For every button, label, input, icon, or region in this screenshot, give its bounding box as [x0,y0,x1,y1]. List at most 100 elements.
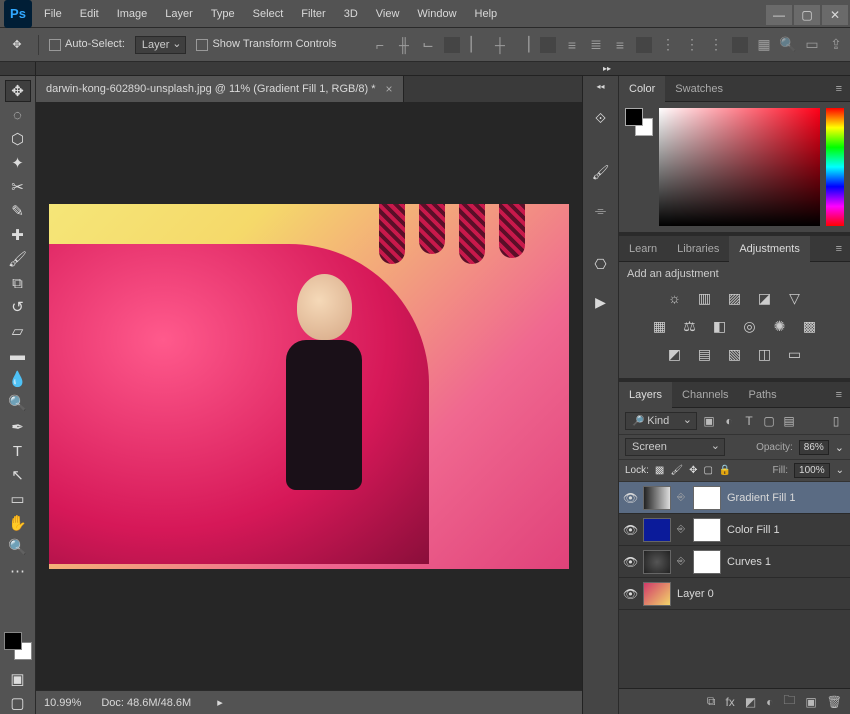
doc-size-readout[interactable]: Doc: 48.6M/48.6M [101,697,191,709]
adj-channel-mixer-icon[interactable]: ✺ [771,317,789,335]
hand-tool[interactable]: ✋ [5,512,31,534]
blend-mode-select[interactable]: Screen [625,438,725,456]
layer-thumb[interactable] [643,518,671,542]
layer-name[interactable]: Layer 0 [677,588,714,600]
layer-row[interactable]: 👁 ⎆ Color Fill 1 [619,514,850,546]
menu-window[interactable]: Window [409,2,464,26]
distribute-top-icon[interactable]: ≡ [564,37,580,53]
distribute-left-icon[interactable]: ⋮ [660,37,676,53]
close-tab-icon[interactable]: × [386,82,393,96]
layer-filter-select[interactable]: 🔎 Kind [625,412,697,430]
layer-name[interactable]: Color Fill 1 [727,524,780,536]
tab-learn[interactable]: Learn [619,236,667,262]
clone-stamp-tool[interactable]: ⧉ [5,272,31,294]
canvas-viewport[interactable] [36,102,582,690]
path-select-tool[interactable]: ↖ [5,464,31,486]
history-panel-icon[interactable]: ⟐ [590,107,612,129]
adj-exposure-icon[interactable]: ◪ [756,289,774,307]
layer-thumb[interactable] [643,486,671,510]
adj-threshold-icon[interactable]: ▧ [726,345,744,363]
align-left-icon[interactable]: ▏ [468,37,484,53]
color-fgbg[interactable] [625,108,653,136]
document-tab[interactable]: darwin-kong-602890-unsplash.jpg @ 11% (G… [36,76,404,102]
opacity-dropdown-icon[interactable]: ⌄ [835,441,844,454]
lock-all-icon[interactable]: 🔒 [719,465,731,476]
blur-tool[interactable]: 💧 [5,368,31,390]
tab-adjustments[interactable]: Adjustments [729,236,810,262]
layer-mask-thumb[interactable] [693,518,721,542]
align-bottom-icon[interactable]: ⌙ [420,37,436,53]
adj-hue-icon[interactable]: ▦ [651,317,669,335]
menu-file[interactable]: File [36,2,70,26]
link-layers-icon[interactable]: ⧉ [707,694,716,709]
hue-strip[interactable] [826,108,844,226]
adj-curves-icon[interactable]: ▨ [726,289,744,307]
auto-select-checkbox[interactable]: Auto-Select: [49,38,125,50]
active-tool-icon[interactable]: ✥ [6,34,28,56]
opacity-input[interactable]: 86% [799,440,829,455]
adj-selective-color-icon[interactable]: ◫ [756,345,774,363]
show-transform-checkbox[interactable]: Show Transform Controls [196,38,336,50]
adj-brightness-icon[interactable]: ☼ [666,289,684,307]
tab-libraries[interactable]: Libraries [667,236,729,262]
filter-shape-icon[interactable]: ▢ [761,413,777,429]
toolbar-more[interactable]: ⋯ [5,560,31,582]
menu-3d[interactable]: 3D [336,2,366,26]
menu-view[interactable]: View [368,2,408,26]
tab-color[interactable]: Color [619,76,665,102]
new-group-icon[interactable]: 🗀 [783,691,795,712]
adj-bw-icon[interactable]: ◧ [711,317,729,335]
align-right-icon[interactable]: ▕ [516,37,532,53]
menu-help[interactable]: Help [467,2,506,26]
3d-mode-icon[interactable]: ▦ [756,37,772,53]
lock-position-icon[interactable]: ✥ [689,465,697,476]
workspace-icon[interactable]: ▭ [804,37,820,53]
align-top-icon[interactable]: ⌐ [372,37,388,53]
lock-transparency-icon[interactable]: ▩ [655,465,664,476]
distribute-right-icon[interactable]: ⋮ [708,37,724,53]
share-icon[interactable]: ⇪ [828,37,844,53]
distribute-vcenter-icon[interactable]: ≣ [588,37,604,53]
add-mask-icon[interactable]: ◩ [745,695,756,709]
visibility-toggle[interactable]: 👁 [623,587,637,601]
auto-select-target-select[interactable]: Layer [135,36,187,54]
zoom-readout[interactable]: 10.99% [44,697,81,709]
fill-input[interactable]: 100% [794,463,830,478]
zoom-tool[interactable]: 🔍 [5,536,31,558]
color-field[interactable] [659,108,820,226]
dodge-tool[interactable]: 🔍 [5,392,31,414]
play-icon[interactable]: ▶ [590,291,612,313]
search-icon[interactable]: 🔍 [780,37,796,53]
marquee-tool[interactable]: ◌ [5,104,31,126]
layer-row[interactable]: 👁 ⎆ Curves 1 [619,546,850,578]
distribute-bottom-icon[interactable]: ≡ [612,37,628,53]
visibility-toggle[interactable]: 👁 [623,491,637,505]
layer-row[interactable]: 👁 Layer 0 [619,578,850,610]
adj-color-balance-icon[interactable]: ⚖ [681,317,699,335]
menu-filter[interactable]: Filter [293,2,333,26]
layer-name[interactable]: Curves 1 [727,556,771,568]
menu-layer[interactable]: Layer [157,2,201,26]
filter-pixel-icon[interactable]: ▣ [701,413,717,429]
filter-toggle-icon[interactable]: ▯ [828,413,844,429]
brush-panel-icon[interactable]: 🖌 [590,161,612,183]
maximize-button[interactable]: ▢ [794,5,820,25]
align-hcenter-icon[interactable]: ┼ [492,37,508,53]
doc-expand-icon[interactable]: ▸▸ [596,62,618,75]
tab-channels[interactable]: Channels [672,382,738,408]
tab-swatches[interactable]: Swatches [665,76,733,102]
layer-row[interactable]: 👁 ⎆ Gradient Fill 1 [619,482,850,514]
new-adjustment-icon[interactable]: ◐ [766,695,773,709]
shape-tool[interactable]: ▭ [5,488,31,510]
menu-select[interactable]: Select [245,2,292,26]
move-tool[interactable]: ✥ [5,80,31,102]
fill-dropdown-icon[interactable]: ⌄ [836,465,844,476]
healing-brush-tool[interactable]: ✚ [5,224,31,246]
type-tool[interactable]: T [5,440,31,462]
brush-tool[interactable]: 🖌 [5,248,31,270]
layers-panel-menu-icon[interactable]: ≡ [828,382,850,408]
adj-vibrance-icon[interactable]: ▽ [786,289,804,307]
pen-tool[interactable]: ✒ [5,416,31,438]
delete-layer-icon[interactable]: 🗑 [827,695,842,709]
adj-gradient-map-icon[interactable]: ▭ [786,345,804,363]
